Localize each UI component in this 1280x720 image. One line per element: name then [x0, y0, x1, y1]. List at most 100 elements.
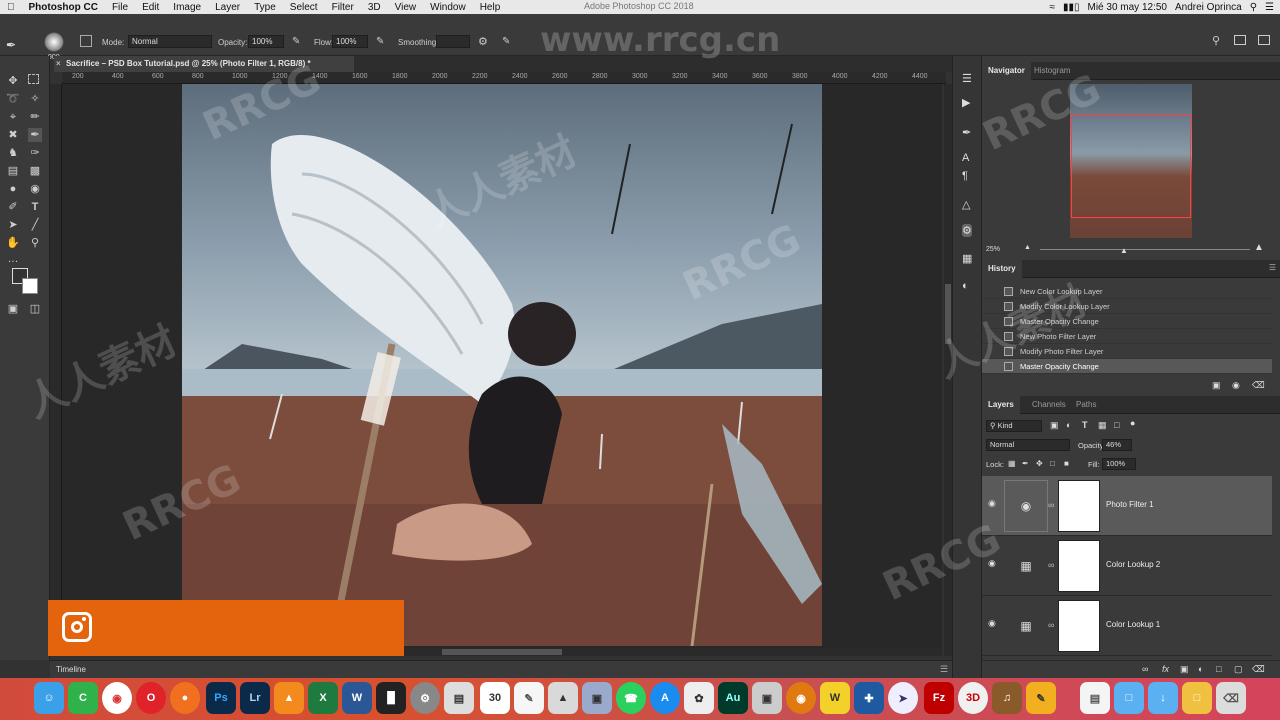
link-layers-icon[interactable]: ∞: [1142, 664, 1148, 674]
camera-icon[interactable]: ◉: [1232, 380, 1240, 391]
grid-icon[interactable]: ▦: [1004, 540, 1048, 592]
layer-row[interactable]: ◉ ▦ ∞ Color Lookup 2: [982, 536, 1272, 596]
tab-navigator[interactable]: Navigator: [982, 62, 1031, 80]
menu-3d[interactable]: 3D: [361, 2, 388, 13]
lasso-tool-icon[interactable]: ➰: [6, 92, 20, 106]
tab-paths[interactable]: Paths: [1070, 396, 1102, 414]
lock-position-icon[interactable]: ✥: [1036, 459, 1043, 468]
lock-all-icon[interactable]: ■: [1064, 459, 1069, 468]
filter-type-icon[interactable]: T: [1082, 420, 1088, 430]
grid-icon[interactable]: ▦: [1004, 600, 1048, 652]
brushes-icon[interactable]: ✒: [962, 126, 971, 139]
vlc-icon[interactable]: ▲: [274, 682, 304, 714]
facetime-icon[interactable]: C: [68, 682, 98, 714]
app-icon[interactable]: ▣: [752, 682, 782, 714]
wifi-icon[interactable]: ≈: [1049, 2, 1055, 13]
blur-tool-icon[interactable]: ●: [6, 182, 20, 196]
new-adjustment-icon[interactable]: ◐: [1198, 664, 1203, 674]
marquee-tool-icon[interactable]: [28, 74, 39, 84]
new-group-icon[interactable]: □: [1216, 664, 1221, 674]
type-tool-icon[interactable]: T: [28, 200, 42, 214]
battery-icon[interactable]: ▮▮▯: [1063, 2, 1080, 13]
safari-icon[interactable]: ➤: [888, 682, 918, 714]
layer-filter-kind[interactable]: ⚲ Kind: [986, 420, 1042, 432]
whatsapp-icon[interactable]: ☎: [616, 682, 646, 714]
lock-artboard-icon[interactable]: □: [1050, 459, 1055, 468]
pen-tool-icon[interactable]: ✐: [6, 200, 20, 214]
app-icon[interactable]: W: [820, 682, 850, 714]
lightroom-icon[interactable]: Lr: [240, 682, 270, 714]
menu-photoshop[interactable]: Photoshop CC: [22, 2, 105, 13]
downloads-folder-icon[interactable]: ↓: [1148, 682, 1178, 714]
calendar-icon[interactable]: 30: [480, 682, 510, 714]
gear-icon[interactable]: ⚙: [478, 35, 488, 48]
visibility-eye-icon[interactable]: ◉: [988, 618, 1000, 628]
user-name[interactable]: Andrei Oprinca: [1175, 2, 1242, 13]
filter-smart-object-icon[interactable]: □: [1114, 420, 1119, 430]
filezilla-icon[interactable]: Fz: [924, 682, 954, 714]
filter-adjustment-icon[interactable]: ◐: [1066, 420, 1071, 430]
opacity-field[interactable]: 100%: [248, 35, 284, 48]
terminal-icon[interactable]: █: [376, 682, 406, 714]
menu-image[interactable]: Image: [166, 2, 208, 13]
gradient-tool-icon[interactable]: ▩: [28, 164, 42, 178]
folder-icon[interactable]: □: [1114, 682, 1144, 714]
app-icon[interactable]: ✚: [854, 682, 884, 714]
workspace-icon[interactable]: [1234, 35, 1246, 45]
trash-icon[interactable]: ⌫: [1216, 682, 1246, 714]
search-icon[interactable]: ⚲: [1212, 34, 1220, 47]
flow-field[interactable]: 100%: [332, 35, 368, 48]
mask-link-icon[interactable]: ∞: [1048, 620, 1054, 630]
document-icon[interactable]: ▤: [1080, 682, 1110, 714]
layer-name[interactable]: Photo Filter 1: [1106, 500, 1154, 509]
lock-transparent-icon[interactable]: ▦: [1008, 459, 1016, 468]
menu-view[interactable]: View: [388, 2, 424, 13]
filter-toggle-icon[interactable]: ●: [1130, 418, 1135, 428]
styles-icon[interactable]: ◐: [962, 280, 969, 292]
apple-menu-icon[interactable]: : [0, 2, 22, 13]
brush-tool-icon[interactable]: ✒: [28, 128, 42, 142]
menu-layer[interactable]: Layer: [208, 2, 247, 13]
brush-preset-icon[interactable]: [44, 32, 64, 52]
zoom-tool-icon[interactable]: ⚲: [28, 236, 42, 250]
quick-mask-icon[interactable]: ▣: [6, 302, 20, 316]
properties-icon[interactable]: ⚙: [962, 224, 972, 237]
filter-pixel-icon[interactable]: ▣: [1050, 420, 1059, 431]
trash-icon[interactable]: ⌫: [1252, 664, 1265, 675]
timeline-panel[interactable]: Timeline ☰: [50, 660, 952, 678]
menu-filter[interactable]: Filter: [325, 2, 361, 13]
textedit-icon[interactable]: ✎: [514, 682, 544, 714]
brush-panel-icon[interactable]: [80, 35, 92, 47]
visibility-eye-icon[interactable]: ◉: [988, 498, 1000, 508]
opera-icon[interactable]: O: [136, 682, 166, 714]
clock[interactable]: Mié 30 may 12:50: [1088, 2, 1168, 13]
panel-menu-icon[interactable]: ☰: [940, 664, 948, 675]
history-item-selected[interactable]: Master Opacity Change: [982, 359, 1272, 374]
actions-icon[interactable]: ▶: [962, 96, 970, 109]
word-icon[interactable]: W: [342, 682, 372, 714]
3ds-icon[interactable]: 3D: [958, 682, 988, 714]
excel-icon[interactable]: X: [308, 682, 338, 714]
layer-row[interactable]: ◉ ◉ ∞ Photo Filter 1: [982, 476, 1272, 536]
scroll-thumb[interactable]: [442, 649, 562, 655]
brush-tool-icon[interactable]: ✒: [6, 38, 16, 52]
healing-tool-icon[interactable]: ✖: [6, 128, 20, 142]
pressure-opacity-icon[interactable]: ✎: [292, 36, 300, 47]
move-tool-icon[interactable]: ✥: [6, 74, 20, 88]
filter-shape-icon[interactable]: ▦: [1098, 420, 1107, 431]
tab-history[interactable]: History: [982, 260, 1022, 278]
photoshop-icon[interactable]: Ps: [206, 682, 236, 714]
blend-mode-select[interactable]: Normal: [986, 439, 1070, 451]
dodge-tool-icon[interactable]: ◉: [28, 182, 42, 196]
panel-menu-icon[interactable]: ☰: [1269, 263, 1276, 272]
3d-icon[interactable]: △: [962, 198, 970, 211]
menu-window[interactable]: Window: [423, 2, 473, 13]
fill-field[interactable]: 100%: [1102, 458, 1136, 470]
search-icon[interactable]: ⚲: [1250, 2, 1257, 13]
preview-icon[interactable]: ▣: [582, 682, 612, 714]
add-mask-icon[interactable]: ▣: [1180, 664, 1189, 675]
app-store-icon[interactable]: A: [650, 682, 680, 714]
layer-opacity-field[interactable]: 46%: [1102, 439, 1132, 451]
audition-icon[interactable]: Au: [718, 682, 748, 714]
layer-mask-thumbnail[interactable]: [1058, 540, 1100, 592]
